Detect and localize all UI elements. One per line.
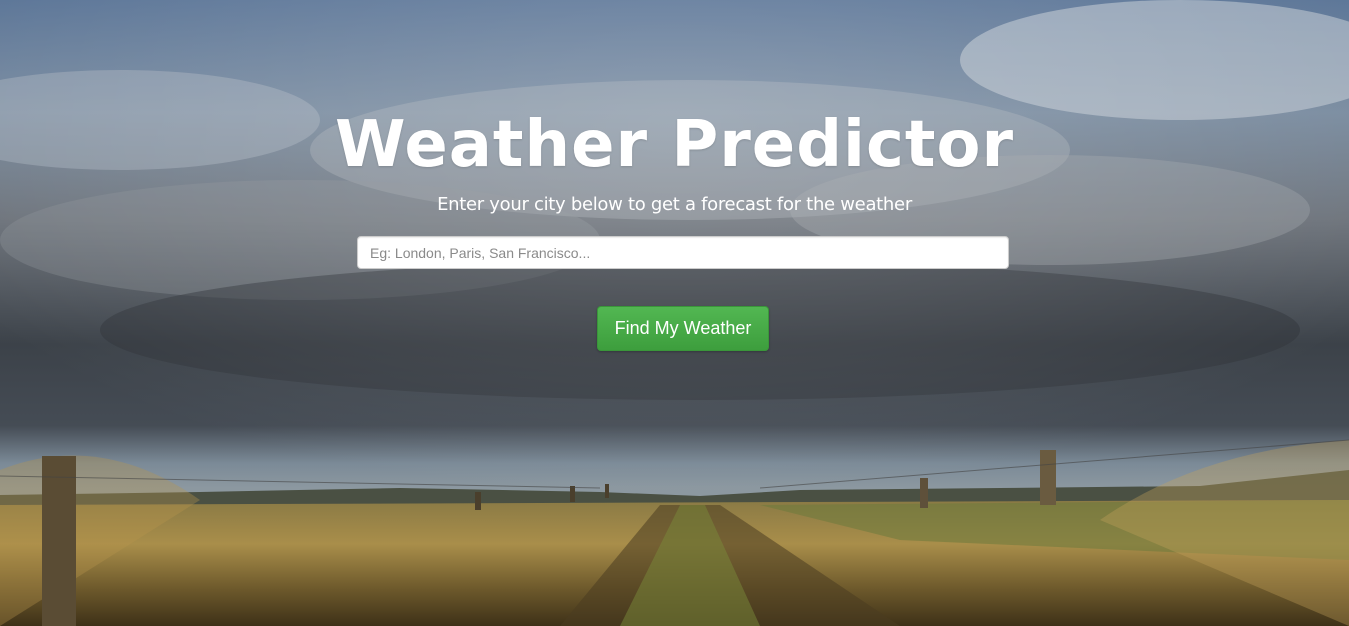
page-title: Weather Predictor: [335, 107, 1014, 182]
hero-section: Weather Predictor Enter your city below …: [0, 0, 1349, 626]
city-search-input[interactable]: [357, 236, 1009, 269]
page-subtitle: Enter your city below to get a forecast …: [437, 194, 912, 215]
find-weather-button[interactable]: Find My Weather: [597, 306, 769, 351]
